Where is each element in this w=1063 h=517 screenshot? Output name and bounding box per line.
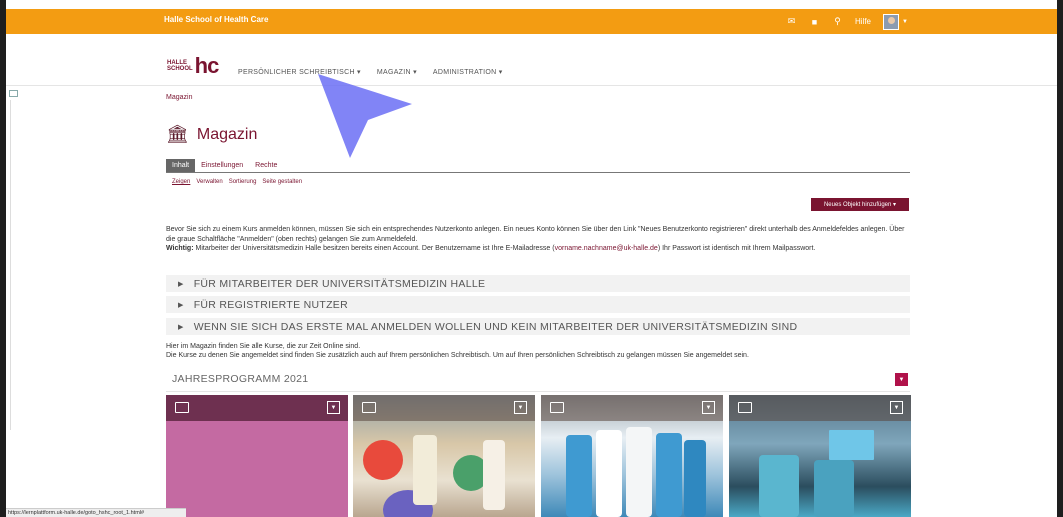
tile-header	[166, 395, 348, 421]
tile-actions-button[interactable]: ▼	[514, 401, 527, 414]
subtab-zeigen[interactable]: Zeigen	[172, 179, 190, 185]
search-icon[interactable]: ⚲	[832, 16, 843, 27]
course-tile[interactable]: ▼	[353, 395, 535, 517]
tree-toggle-icon[interactable]	[9, 90, 18, 97]
triangle-right-icon: ▶	[178, 323, 184, 331]
top-bar: Halle School of Health Care ✉ ■ ⚲ Hilfe …	[6, 9, 1057, 34]
window-frame-right	[1057, 0, 1063, 517]
folder-icon	[362, 402, 376, 413]
tile-header	[729, 395, 911, 421]
nav-administration[interactable]: ADMINISTRATION ▾	[433, 68, 503, 76]
triangle-right-icon: ▶	[178, 280, 184, 288]
intro-text: Bevor Sie sich zu einem Kurs anmelden kö…	[166, 225, 910, 254]
accordion-erste-anmeldung[interactable]: ▶ WENN SIE SICH DAS ERSTE MAL ANMELDEN W…	[166, 318, 910, 335]
intro-paragraph: Bevor Sie sich zu einem Kurs anmelden kö…	[166, 226, 905, 243]
page-title: Magazin	[196, 125, 258, 143]
logo-mark: hc	[194, 53, 220, 78]
breadcrumb[interactable]: Magazin	[166, 94, 192, 101]
help-link[interactable]: Hilfe	[855, 17, 871, 26]
avatar[interactable]	[883, 13, 900, 30]
course-tile[interactable]: ▼	[729, 395, 911, 517]
accordion-mitarbeiter[interactable]: ▶ FÜR MITARBEITER DER UNIVERSITÄTSMEDIZI…	[166, 275, 910, 292]
tile-header	[353, 395, 535, 421]
accordion-title: FÜR MITARBEITER DER UNIVERSITÄTSMEDIZIN …	[193, 277, 486, 290]
person-figure	[483, 440, 505, 510]
intro-note: Mitarbeiter der Universitätsmedizin Hall…	[193, 245, 555, 252]
section-dropdown-button[interactable]: ▼	[895, 373, 908, 386]
repository-icon: 🏛	[166, 124, 189, 144]
add-object-button[interactable]: Neues Objekt hinzufügen ▾	[811, 198, 909, 211]
info-text: Hier im Magazin finden Sie alle Kurse, d…	[166, 342, 910, 360]
person-figure	[626, 427, 652, 517]
course-tile[interactable]: ▼	[541, 395, 723, 517]
person-figure	[413, 435, 437, 505]
status-bar-url: https://lernplattform.uk-halle.de/goto_h…	[6, 508, 186, 517]
folder-icon	[550, 402, 564, 413]
tab-rechte[interactable]: Rechte	[249, 159, 283, 172]
subtab-verwalten[interactable]: Verwalten	[196, 179, 222, 185]
logo[interactable]: HALLE SCHOOL hc	[167, 53, 220, 79]
mail-icon[interactable]: ✉	[786, 16, 797, 27]
tile-actions-button[interactable]: ▼	[890, 401, 903, 414]
chat-icon[interactable]: ■	[809, 16, 820, 27]
accordion-title: FÜR REGISTRIERTE NUTZER	[193, 298, 348, 311]
person-figure	[656, 433, 682, 517]
accordion-title: WENN SIE SICH DAS ERSTE MAL ANMELDEN WOL…	[193, 320, 798, 333]
email-link[interactable]: vorname.nachname@uk-halle.de	[555, 245, 658, 252]
tile-actions-button[interactable]: ▼	[327, 401, 340, 414]
section-header: JAHRESPROGRAMM 2021 ▼	[166, 370, 910, 392]
subtab-sortierung[interactable]: Sortierung	[229, 179, 257, 185]
person-figure	[759, 455, 799, 517]
tile-actions-button[interactable]: ▼	[702, 401, 715, 414]
person-figure	[814, 460, 854, 517]
person-figure	[684, 440, 706, 517]
person-figure	[596, 430, 622, 517]
accordion-registrierte[interactable]: ▶ FÜR REGISTRIERTE NUTZER	[166, 296, 910, 313]
monitor-screen	[829, 430, 874, 460]
subtab-bar: Zeigen Verwalten Sortierung Seite gestal…	[172, 179, 302, 185]
folder-icon	[738, 402, 752, 413]
top-bar-actions: ✉ ■ ⚲ Hilfe ▼	[786, 9, 908, 34]
folder-icon	[175, 402, 189, 413]
tab-einstellungen[interactable]: Einstellungen	[195, 159, 249, 172]
exercise-ball	[363, 440, 403, 480]
intro-note-end: ) Ihr Passwort ist identisch mit Ihrem M…	[657, 245, 816, 252]
main-header: HALLE SCHOOL hc PERSÖNLICHER SCHREIBTISC…	[6, 34, 1057, 86]
info-line: Die Kurse zu denen Sie angemeldet sind f…	[166, 352, 749, 359]
triangle-right-icon: ▶	[178, 301, 184, 309]
subtab-seite-gestalten[interactable]: Seite gestalten	[262, 179, 302, 185]
logo-text: HALLE SCHOOL	[167, 60, 193, 72]
user-menu[interactable]: ▼	[883, 13, 908, 30]
sidebar-divider	[10, 100, 11, 430]
person-figure	[566, 435, 592, 517]
section-title: JAHRESPROGRAMM 2021	[172, 373, 309, 385]
page-header: 🏛 Magazin	[166, 124, 257, 145]
important-label: Wichtig:	[166, 245, 194, 252]
info-line: Hier im Magazin finden Sie alle Kurse, d…	[166, 343, 361, 350]
tab-bar: Inhalt Einstellungen Rechte	[166, 159, 910, 173]
pointer-cursor-icon	[318, 74, 412, 158]
brand-title[interactable]: Halle School of Health Care	[164, 15, 268, 24]
chevron-down-icon: ▼	[902, 18, 908, 25]
tab-inhalt[interactable]: Inhalt	[166, 159, 196, 172]
course-tile[interactable]: ▼	[166, 395, 348, 517]
tile-header	[541, 395, 723, 421]
